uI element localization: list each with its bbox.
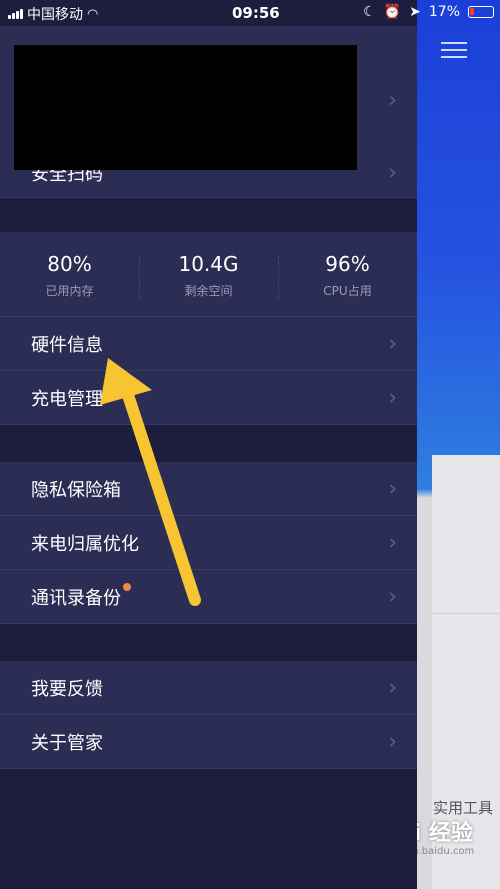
menu-item-charge-management[interactable]: 充电管理 › — [0, 371, 417, 425]
chevron-right-icon: › — [388, 160, 397, 185]
signal-icon — [8, 9, 23, 19]
stat-value: 80% — [47, 252, 92, 276]
menu-item-caller-id[interactable]: 来电归属优化 › — [0, 516, 417, 570]
chevron-right-icon: › — [388, 331, 397, 356]
status-bar: 中国移动 ◠ 09:56 ☾ ⏰ ➤ 17% — [0, 0, 500, 26]
battery-icon — [468, 6, 494, 18]
stat-label: 剩余空间 — [184, 284, 233, 298]
notification-dot — [123, 582, 131, 591]
side-drawer: › 安全扫码 › 80% 已用内存 10.4G 剩余空间 96% CPU占用 硬… — [0, 0, 417, 889]
menu-item-hardware-info[interactable]: 硬件信息 › — [0, 317, 417, 371]
baidu-watermark: Bai 经验 — [417, 821, 473, 846]
do-not-disturb-icon: ☾ — [363, 4, 376, 20]
chevron-right-icon: › — [388, 385, 397, 410]
redacted-block — [14, 45, 357, 170]
menu-item-contacts-backup[interactable]: 通讯录备份 › — [0, 570, 417, 624]
menu-item-label: 硬件信息 — [31, 334, 103, 356]
stat-label: 已用内存 — [45, 284, 94, 298]
stat-label: CPU占用 — [323, 284, 372, 298]
menu-item-label: 通讯录备份 — [31, 587, 121, 609]
clock: 09:56 — [232, 4, 280, 22]
menu-item-label: 来电归属优化 — [31, 533, 139, 555]
stat-cpu: 96% CPU占用 — [278, 232, 417, 316]
baidu-watermark-url: jingyan.baidu.com — [417, 846, 475, 857]
battery-percent: 17% — [428, 4, 460, 20]
chevron-right-icon: › — [388, 584, 397, 609]
stat-memory: 80% 已用内存 — [0, 232, 139, 316]
menu-item-label: 我要反馈 — [31, 678, 103, 700]
stat-value: 10.4G — [178, 252, 239, 276]
device-stats: 80% 已用内存 10.4G 剩余空间 96% CPU占用 — [0, 232, 417, 317]
menu-item-feedback[interactable]: 我要反馈 › — [0, 661, 417, 715]
stat-value: 96% — [325, 252, 370, 276]
menu-item-label: 关于管家 — [31, 732, 103, 754]
chevron-right-icon: › — [388, 729, 397, 754]
alarm-icon: ⏰ — [383, 4, 402, 20]
location-icon: ➤ — [409, 4, 421, 20]
chevron-right-icon: › — [388, 476, 397, 501]
menu-item-privacy-vault[interactable]: 隐私保险箱 › — [0, 462, 417, 516]
stat-storage: 10.4G 剩余空间 — [139, 232, 278, 316]
menu-icon[interactable] — [441, 42, 467, 63]
background-app-panel[interactable]: 实用工具 Bai 经验 jingyan.baidu.com — [417, 0, 500, 889]
wifi-icon: ◠ — [87, 6, 99, 22]
menu-item-label: 充电管理 — [31, 388, 103, 410]
menu-item-label: 隐私保险箱 — [31, 479, 121, 501]
chevron-right-icon: › — [388, 530, 397, 555]
chevron-right-icon: › — [388, 88, 397, 113]
carrier-name: 中国移动 — [27, 7, 83, 23]
chevron-right-icon: › — [388, 675, 397, 700]
menu-item-about[interactable]: 关于管家 › — [0, 715, 417, 769]
